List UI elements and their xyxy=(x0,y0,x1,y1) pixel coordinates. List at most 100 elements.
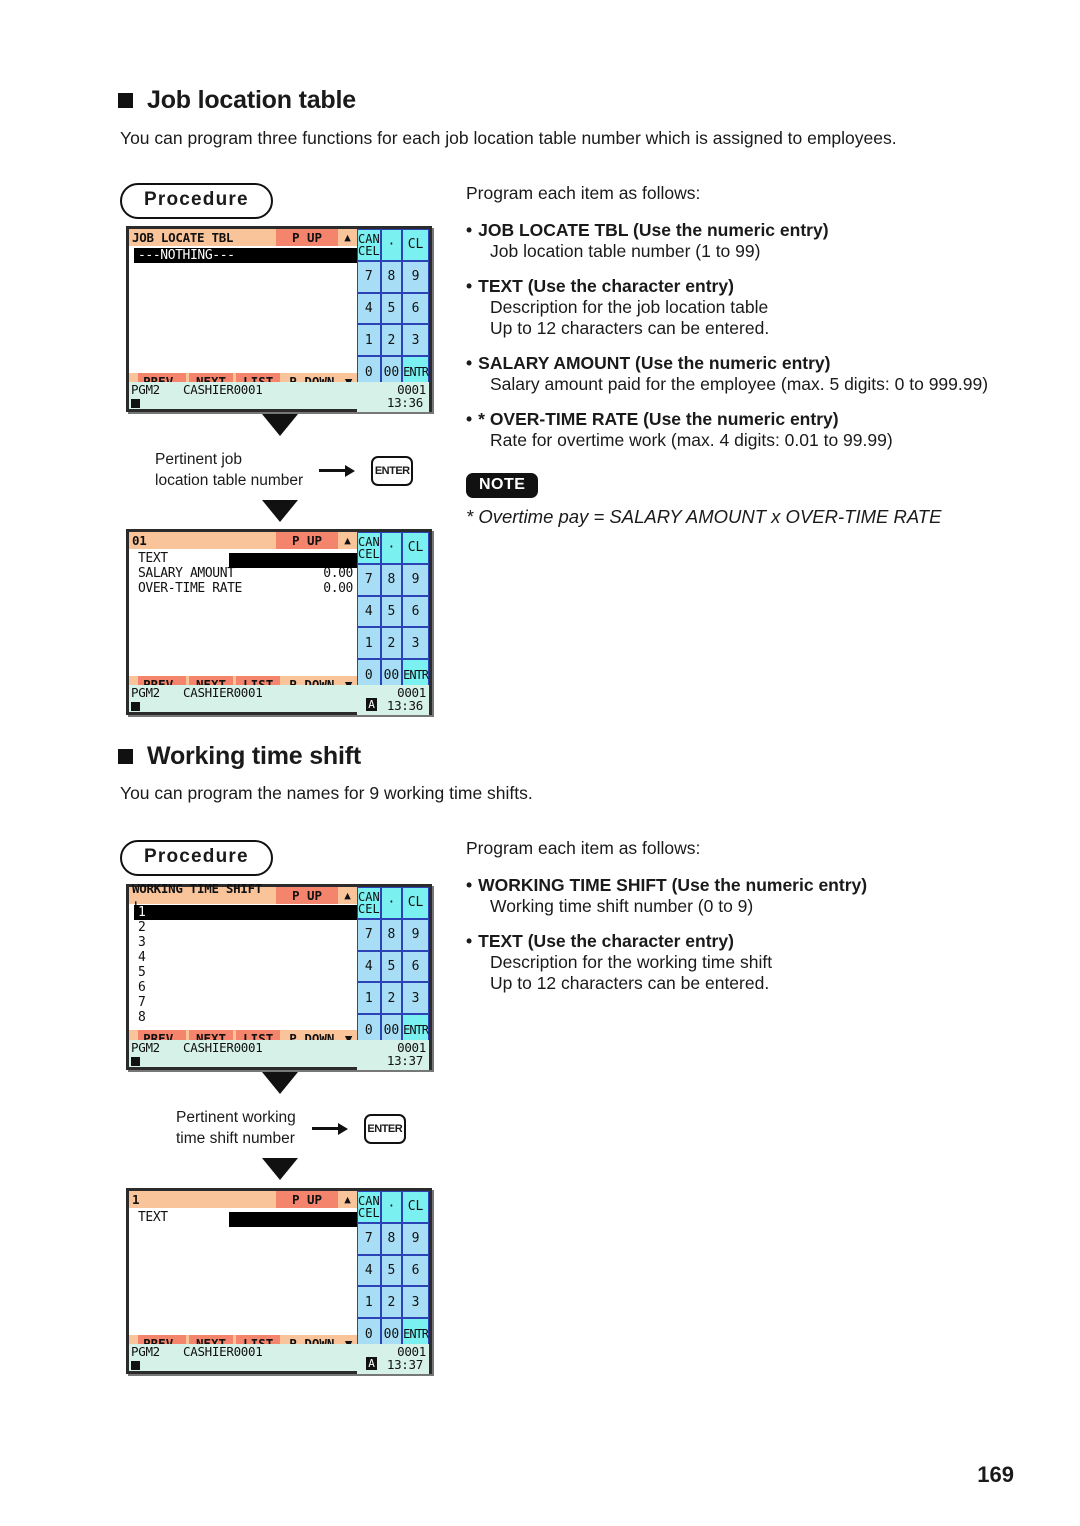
key-7[interactable]: 7 xyxy=(357,1222,381,1255)
key-cancel[interactable]: CAN CEL xyxy=(357,229,381,261)
lcd-keypad[interactable]: CAN CEL · CL 7 8 9 4 5 6 1 2 3 0 00 ENTR xyxy=(357,887,429,1046)
annotation-line-1: Pertinent job xyxy=(155,451,243,468)
key-2[interactable]: 2 xyxy=(380,324,403,357)
caret-up-icon[interactable]: ▲ xyxy=(338,532,357,549)
text-entry-field[interactable] xyxy=(229,553,357,568)
key-9[interactable]: 9 xyxy=(402,1222,429,1255)
key-1[interactable]: 1 xyxy=(357,1286,381,1319)
list-item[interactable]: 7 xyxy=(129,995,357,1010)
key-cancel-bottom: CEL xyxy=(358,901,380,916)
key-7[interactable]: 7 xyxy=(357,260,381,293)
spec-detail: Rate for overtime work (max. 4 digits: 0… xyxy=(490,430,893,450)
status-mode: PGM2 xyxy=(131,1040,160,1055)
status-cashier: CASHIER0001 xyxy=(183,1344,263,1359)
key-clear[interactable]: CL xyxy=(402,1191,429,1223)
softkey-page-up[interactable]: P UP xyxy=(276,532,338,549)
key-cancel[interactable]: CAN CEL xyxy=(357,532,381,564)
list-item[interactable]: OVER-TIME RATE 0.00 xyxy=(129,581,357,596)
caret-up-icon[interactable]: ▲ xyxy=(338,1191,357,1208)
key-7[interactable]: 7 xyxy=(357,918,381,951)
softkey-page-up[interactable]: P UP xyxy=(276,1191,338,1208)
lcd-list-body: TEXT xyxy=(129,1210,357,1335)
caret-up-icon[interactable]: ▲ xyxy=(338,887,357,904)
softkey-page-up[interactable]: P UP xyxy=(276,229,338,246)
key-5[interactable]: 5 xyxy=(380,595,403,628)
list-item-label: 5 xyxy=(138,965,146,980)
key-8[interactable]: 8 xyxy=(380,260,403,293)
list-item[interactable]: 1 xyxy=(134,905,357,920)
key-9[interactable]: 9 xyxy=(402,260,429,293)
key-5[interactable]: 5 xyxy=(380,292,403,325)
heading-text: Job location table xyxy=(147,86,356,114)
list-item[interactable]: 4 xyxy=(129,950,357,965)
key-decimal[interactable]: · xyxy=(380,229,403,261)
key-9[interactable]: 9 xyxy=(402,918,429,951)
bullet-dot: • xyxy=(466,276,473,296)
key-5[interactable]: 5 xyxy=(380,1254,403,1287)
list-item-label: 1 xyxy=(138,905,146,920)
key-2[interactable]: 2 xyxy=(380,627,403,660)
key-4[interactable]: 4 xyxy=(357,595,381,628)
caret-up-icon[interactable]: ▲ xyxy=(338,229,357,246)
key-1[interactable]: 1 xyxy=(357,627,381,660)
bullet-dot: • xyxy=(466,931,473,951)
status-mode-badge: A xyxy=(366,1357,377,1370)
key-6[interactable]: 6 xyxy=(402,1254,429,1287)
key-6[interactable]: 6 xyxy=(402,292,429,325)
key-7[interactable]: 7 xyxy=(357,563,381,596)
annotation-shift: Pertinent working time shift number ENTE… xyxy=(176,1108,406,1150)
key-9[interactable]: 9 xyxy=(402,563,429,596)
lcd-screen-shift-detail[interactable]: 1 P UP ▲ TEXT PREV. NEXT LIST P DOWN ▼ xyxy=(126,1188,432,1374)
key-4[interactable]: 4 xyxy=(357,950,381,983)
spec-item: • SALARY AMOUNT (Use the numeric entry) S… xyxy=(466,353,1026,395)
key-1[interactable]: 1 xyxy=(357,982,381,1015)
key-decimal[interactable]: · xyxy=(380,887,403,919)
screen-title: 1 xyxy=(132,1192,140,1207)
list-item[interactable]: 2 xyxy=(129,920,357,935)
status-cursor-icon xyxy=(131,1361,140,1370)
key-8[interactable]: 8 xyxy=(380,918,403,951)
status-time: 13:37 xyxy=(386,1053,423,1068)
key-1[interactable]: 1 xyxy=(357,324,381,357)
bullet-dot: • xyxy=(466,875,473,895)
key-3[interactable]: 3 xyxy=(402,982,429,1015)
list-item[interactable]: ---NOTHING--- xyxy=(134,248,357,263)
key-clear[interactable]: CL xyxy=(402,229,429,261)
key-2[interactable]: 2 xyxy=(380,982,403,1015)
key-8[interactable]: 8 xyxy=(380,1222,403,1255)
spec-detail: Up to 12 characters can be entered. xyxy=(490,318,770,338)
key-3[interactable]: 3 xyxy=(402,324,429,357)
list-item[interactable]: 5 xyxy=(129,965,357,980)
lcd-keypad[interactable]: CAN CEL · CL 7 8 9 4 5 6 1 2 3 0 00 ENTR xyxy=(357,229,429,388)
key-8[interactable]: 8 xyxy=(380,563,403,596)
key-5[interactable]: 5 xyxy=(380,950,403,983)
key-cancel-bottom: CEL xyxy=(358,1205,380,1220)
key-2[interactable]: 2 xyxy=(380,1286,403,1319)
key-decimal[interactable]: · xyxy=(380,532,403,564)
key-cancel[interactable]: CAN CEL xyxy=(357,1191,381,1223)
key-clear[interactable]: CL xyxy=(402,532,429,564)
key-clear[interactable]: CL xyxy=(402,887,429,919)
key-4[interactable]: 4 xyxy=(357,292,381,325)
lcd-keypad[interactable]: CAN CEL · CL 7 8 9 4 5 6 1 2 3 0 00 ENTR xyxy=(357,532,429,691)
lcd-screen-job-detail[interactable]: 01 P UP ▲ TEXT SALARY AMOUNT 0.00 OVER-T… xyxy=(126,529,432,715)
key-decimal[interactable]: · xyxy=(380,1191,403,1223)
key-cancel[interactable]: CAN CEL xyxy=(357,887,381,919)
key-6[interactable]: 6 xyxy=(402,595,429,628)
text-entry-field[interactable] xyxy=(229,1212,357,1227)
key-3[interactable]: 3 xyxy=(402,627,429,660)
annotation-text: Pertinent job location table number xyxy=(155,450,303,492)
key-3[interactable]: 3 xyxy=(402,1286,429,1319)
list-item[interactable]: 8 xyxy=(129,1010,357,1025)
list-item[interactable]: 3 xyxy=(129,935,357,950)
lcd-screen-job-locate-list[interactable]: JOB LOCATE TBL P UP ▲ ---NOTHING--- PREV… xyxy=(126,226,432,412)
lcd-keypad[interactable]: CAN CEL · CL 7 8 9 4 5 6 1 2 3 0 00 ENTR xyxy=(357,1191,429,1350)
lcd-screen-shift-list[interactable]: WORKING TIME SHIFT ↓ P UP ▲ 1 2 3 4 5 6 … xyxy=(126,881,432,1070)
list-item[interactable]: 6 xyxy=(129,980,357,995)
spec-detail: Working time shift number (0 to 9) xyxy=(490,896,754,916)
softkey-page-up[interactable]: P UP xyxy=(276,887,338,904)
annotation-line-2: location table number xyxy=(155,471,304,489)
key-4[interactable]: 4 xyxy=(357,1254,381,1287)
list-item[interactable]: SALARY AMOUNT 0.00 xyxy=(129,566,357,581)
key-6[interactable]: 6 xyxy=(402,950,429,983)
